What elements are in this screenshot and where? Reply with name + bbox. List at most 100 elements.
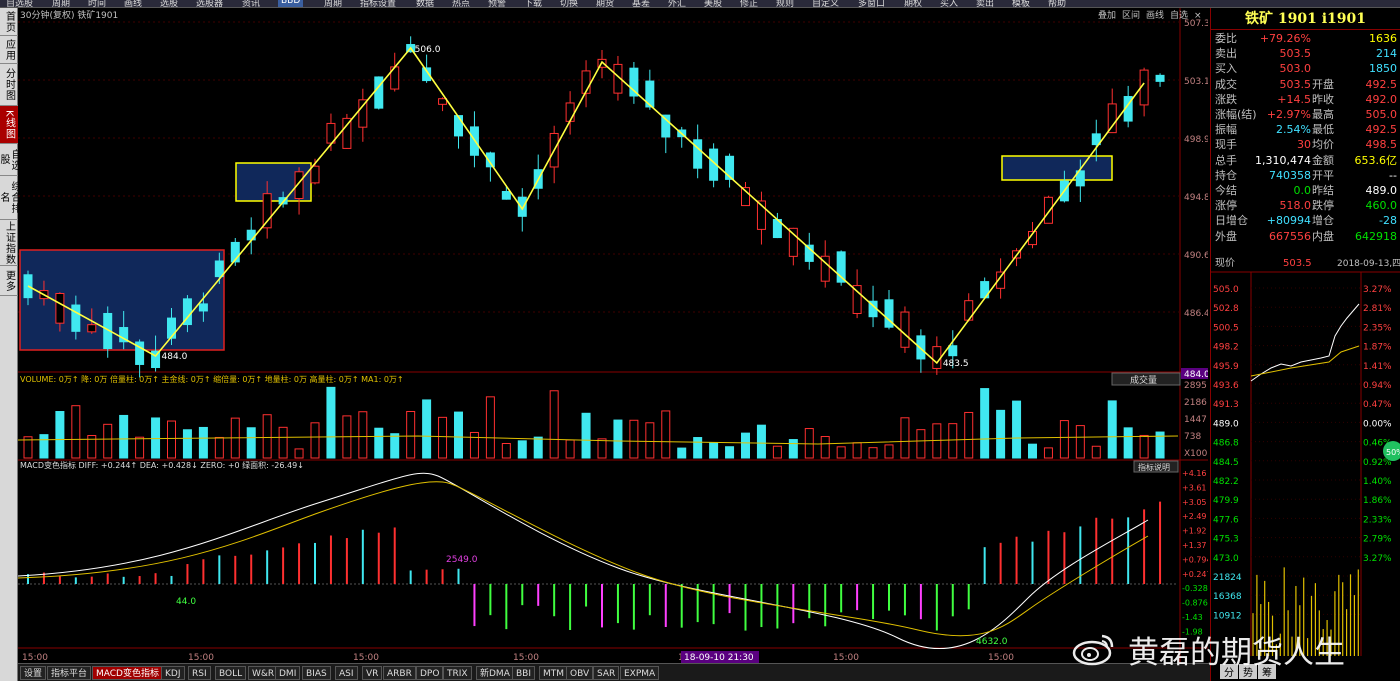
indicator-tab[interactable]: 指标平台: [47, 666, 92, 680]
volume-bar: [55, 411, 65, 459]
quote-row: 振幅 2.54% 最低 492.5: [1215, 123, 1397, 138]
macd-tick-label: +4.16: [1182, 469, 1207, 478]
mini-left-tick: 475.3: [1213, 535, 1239, 545]
quote-value: 518.0: [1279, 199, 1312, 213]
toolbar-item[interactable]: 资讯: [242, 0, 260, 7]
toolbar-item[interactable]: 自定义: [812, 0, 839, 7]
volume-bar: [772, 445, 782, 459]
indicator-tab[interactable]: MTM: [539, 666, 569, 680]
indicator-tab[interactable]: OBV: [566, 666, 594, 680]
toolbar-item[interactable]: 选股: [160, 0, 178, 7]
indicator-tab[interactable]: 新DMA: [476, 666, 514, 680]
indicator-tab[interactable]: DPO: [416, 666, 444, 680]
left-tab-4[interactable]: 自选股: [0, 144, 20, 176]
toolbar-item[interactable]: 预警: [488, 0, 506, 7]
toolbar-item[interactable]: 自选股: [6, 0, 33, 7]
indicator-tab[interactable]: DMI: [275, 666, 301, 680]
indicator-tab[interactable]: KDJ: [161, 666, 185, 680]
kline-chart-area[interactable]: 30分钟(复权) 铁矿1901 叠加 区间 画线 自选 × 507.3 503.1 498.9 4…: [18, 8, 1208, 663]
toolbar-item[interactable]: 下载: [524, 0, 542, 7]
volume-tick-label: 2895: [1184, 381, 1207, 391]
volume-bar: [294, 448, 304, 459]
quote-label: 开盘: [1312, 77, 1334, 91]
toolbar-item[interactable]: 期货: [596, 0, 614, 7]
macd-tick-label: +3.05: [1182, 498, 1207, 507]
toolbar-item[interactable]: 基差: [632, 0, 650, 7]
quote-value: 2.54%: [1276, 123, 1311, 137]
volume-tick-label: 2186: [1184, 398, 1207, 408]
macd-annotation-right: 4632.0: [976, 637, 1008, 647]
indicator-tab[interactable]: 设置: [20, 666, 47, 680]
left-tab-5[interactable]: 综合排名: [0, 176, 20, 220]
indicator-tab[interactable]: BOLL: [215, 666, 247, 680]
toolbar-item[interactable]: 修正: [740, 0, 758, 7]
candle-body: [900, 311, 910, 348]
toolbar-item[interactable]: BBD: [278, 0, 304, 7]
indicator-tab[interactable]: MACD变色指标: [92, 666, 163, 680]
quote-value: 498.5: [1365, 138, 1398, 152]
quote-row: 委比 +79.26% 1636: [1215, 32, 1397, 47]
quote-value: 653.6亿: [1354, 153, 1398, 167]
toolbar-item[interactable]: 卖出: [976, 0, 994, 7]
macd-tick-label: +1.37: [1182, 541, 1207, 550]
toolbar-item[interactable]: 周期: [324, 0, 342, 7]
toolbar-item[interactable]: 买入: [940, 0, 958, 7]
quote-label: 涨跌: [1215, 92, 1237, 106]
toolbar-item[interactable]: 多窗口: [858, 0, 885, 7]
quote-row: 日增仓 +80994 增仓 -28: [1215, 214, 1397, 229]
candle-body: [310, 165, 320, 184]
indicator-tab[interactable]: BBI: [512, 666, 536, 680]
toolbar-item[interactable]: 美股: [704, 0, 722, 7]
indicator-tab[interactable]: SAR: [593, 666, 620, 680]
quote-label: 振幅: [1215, 123, 1237, 137]
volume-bar: [868, 447, 878, 459]
indicator-tab[interactable]: BIAS: [302, 666, 331, 680]
left-tab-2[interactable]: 分时图: [0, 64, 18, 106]
quote-row: 涨幅(结) +2.97% 最高 505.0: [1215, 108, 1397, 123]
mini-right-tick: 1.41%: [1363, 362, 1392, 372]
candle-body: [916, 335, 926, 360]
toolbar-item[interactable]: 时间: [88, 0, 106, 7]
toolbar-item[interactable]: 数据: [416, 0, 434, 7]
volume-bar: [1028, 443, 1037, 459]
toolbar-item[interactable]: 规则: [776, 0, 794, 7]
left-tab-6[interactable]: 上证指数: [0, 220, 18, 266]
toolbar-item[interactable]: 指标设置: [360, 0, 396, 7]
left-tab-1[interactable]: 应用: [0, 36, 18, 64]
toolbar-item[interactable]: 热点: [452, 0, 470, 7]
toolbar-item[interactable]: 切换: [560, 0, 578, 7]
chart-canvas[interactable]: 30分钟(复权) 铁矿1901 叠加 区间 画线 自选 ×507.3503.1498.94…: [18, 8, 1208, 663]
toolbar-item[interactable]: 外汇: [668, 0, 686, 7]
toolbar-item[interactable]: 周期: [52, 0, 70, 7]
volume-bar: [645, 422, 655, 459]
quote-label: 内盘: [1312, 229, 1334, 243]
indicator-tab[interactable]: ARBR: [383, 666, 416, 680]
toolbar-item[interactable]: 选股器: [196, 0, 223, 7]
time-highlight-label: 18-09-10 21:30: [684, 653, 754, 663]
left-tab-0[interactable]: 首页: [0, 8, 18, 36]
left-tab-3[interactable]: K线图: [0, 106, 18, 144]
toolbar-item[interactable]: 模板: [1012, 0, 1030, 7]
toolbar-item[interactable]: 期权: [904, 0, 922, 7]
volume-bar: [39, 434, 49, 459]
quote-label: 涨幅(结): [1215, 108, 1257, 121]
toolbar-item[interactable]: 画线: [124, 0, 142, 7]
volume-bar: [103, 423, 113, 459]
volume-bar: [613, 419, 623, 459]
indicator-tab[interactable]: TRIX: [443, 666, 472, 680]
volume-bar: [278, 426, 288, 459]
mini-right-tick: 3.27%: [1363, 554, 1392, 564]
indicator-tab[interactable]: RSI: [188, 666, 211, 680]
mini-intraday-chart[interactable]: 现价 503.5 2018-09-13,四 505.0 502.8 500.5 498.2 4…: [1211, 256, 1400, 656]
indicator-tab[interactable]: W&R: [248, 666, 279, 680]
mini-left-tick: 495.9: [1213, 362, 1239, 372]
volume-bar: [900, 417, 910, 459]
indicator-tab[interactable]: EXPMA: [620, 666, 660, 680]
toolbar-item[interactable]: 帮助: [1048, 0, 1066, 7]
indicator-tab[interactable]: ASI: [335, 666, 358, 680]
left-tab-7[interactable]: 更多: [0, 266, 18, 296]
indicator-tab-bar: 设置 指标平台 MACD变色指标 KDJ RSI BOLL W&R DMI BIAS ASI VR A…: [18, 663, 1210, 681]
candle-body: [342, 117, 352, 149]
indicator-tab[interactable]: VR: [362, 666, 383, 680]
volume-bar: [677, 447, 687, 459]
